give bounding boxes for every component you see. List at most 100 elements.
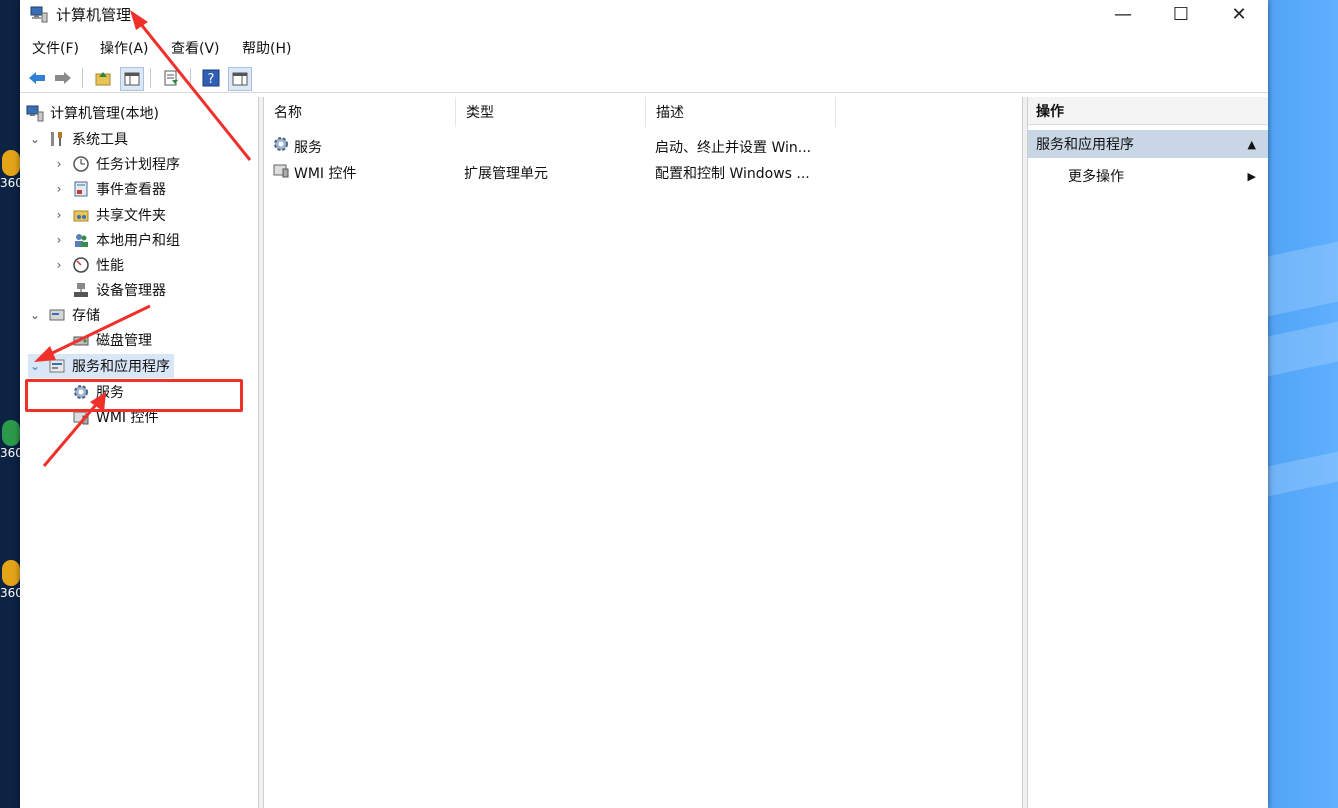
menu-bar: 文件(F) 操作(A) 查看(V) 帮助(H) <box>20 34 1268 60</box>
collapse-chevron-icon[interactable]: › <box>52 157 66 171</box>
tree-item-services-apps[interactable]: ⌄ 服务和应用程序 <box>28 354 174 378</box>
forward-button[interactable] <box>52 67 74 89</box>
result-list: 名称 类型 描述 服务 启动、终止并设置 Win... WMI 控件 扩展管理单… <box>264 97 1023 808</box>
minimize-icon: — <box>1114 3 1132 25</box>
tree-label: 服务和应用程序 <box>72 359 170 375</box>
list-item[interactable]: WMI 控件 扩展管理单元 配置和控制 Windows ... <box>264 159 1022 185</box>
collapse-chevron-icon[interactable]: › <box>52 208 66 222</box>
expand-chevron-icon[interactable]: ⌄ <box>28 359 42 373</box>
tree-label: 设备管理器 <box>96 283 166 299</box>
up-folder-icon <box>95 72 111 86</box>
tree-item-device-manager[interactable]: 设备管理器 <box>72 278 166 302</box>
close-icon: ✕ <box>1231 3 1247 25</box>
list-item-name: 服务 <box>294 140 322 156</box>
computer-management-icon <box>26 104 44 122</box>
list-item-description: 配置和控制 Windows ... <box>655 166 810 182</box>
title-bar[interactable]: 计算机管理 — ☐ ✕ <box>20 0 1268 30</box>
list-item-type: 扩展管理单元 <box>464 166 548 182</box>
tree-item-disk-management[interactable]: 磁盘管理 <box>72 328 152 352</box>
column-header-name[interactable]: 名称 <box>264 97 456 127</box>
tree-item-local-users[interactable]: › 本地用户和组 <box>52 228 180 252</box>
toolbar-separator <box>190 68 191 88</box>
tree-item-performance[interactable]: › 性能 <box>52 253 124 277</box>
action-pane: 操作 服务和应用程序 ▲ 更多操作 ▶ <box>1028 97 1268 808</box>
action-pane-header: 操作 <box>1028 97 1268 125</box>
help-button[interactable]: ? <box>200 67 222 89</box>
tree-item-task-scheduler[interactable]: › 任务计划程序 <box>52 152 180 176</box>
back-button[interactable] <box>26 67 48 89</box>
tree-label: 本地用户和组 <box>96 233 180 249</box>
minimize-button[interactable]: — <box>1094 0 1152 28</box>
list-item-name: WMI 控件 <box>294 166 357 182</box>
list-item-description: 启动、终止并设置 Win... <box>655 140 812 156</box>
show-hide-tree-icon <box>124 72 140 86</box>
back-arrow-icon <box>29 72 45 84</box>
show-hide-action-pane-button[interactable] <box>228 67 252 91</box>
performance-gauge-icon <box>72 256 90 274</box>
desktop-icon[interactable]: 360 <box>0 150 23 190</box>
collapse-chevron-icon[interactable]: › <box>52 182 66 196</box>
action-pane-title: 操作 <box>1036 103 1064 120</box>
desktop-icon[interactable]: 360 <box>0 420 23 460</box>
help-icon: ? <box>202 69 220 87</box>
window-title: 计算机管理 <box>56 6 132 24</box>
menu-help[interactable]: 帮助(H) <box>242 38 291 58</box>
device-manager-icon <box>72 281 90 299</box>
toolbar-separator <box>150 68 151 88</box>
export-list-button[interactable] <box>160 67 182 89</box>
column-label: 类型 <box>466 105 494 121</box>
tree-label: 任务计划程序 <box>96 157 180 173</box>
tree-label: 存储 <box>72 308 100 324</box>
column-header-type[interactable]: 类型 <box>456 97 646 127</box>
light-beam <box>1258 241 1338 319</box>
tree-label: 性能 <box>96 258 124 274</box>
tree-item-shared-folders[interactable]: › 共享文件夹 <box>52 203 166 227</box>
export-list-icon <box>164 70 178 86</box>
tree-item-root[interactable]: 计算机管理(本地) <box>26 101 159 125</box>
event-viewer-icon <box>72 180 90 198</box>
console-tree: 计算机管理(本地) ⌄ 系统工具 › 任务计划程序 › 事件查看器 › 共享文件… <box>20 97 259 808</box>
wmi-control-icon <box>272 161 290 183</box>
column-label: 名称 <box>274 105 302 121</box>
menu-file[interactable]: 文件(F) <box>32 38 79 58</box>
menu-action[interactable]: 操作(A) <box>100 38 149 58</box>
desktop-icon-strip <box>0 0 22 808</box>
expand-chevron-icon[interactable]: ⌄ <box>28 308 42 322</box>
services-apps-icon <box>48 357 66 375</box>
action-section-services-apps[interactable]: 服务和应用程序 ▲ <box>1028 130 1268 158</box>
tree-item-system-tools[interactable]: ⌄ 系统工具 <box>28 127 128 151</box>
tree-item-storage[interactable]: ⌄ 存储 <box>28 303 100 327</box>
more-actions-item[interactable]: 更多操作 ▶ <box>1028 163 1268 189</box>
maximize-button[interactable]: ☐ <box>1152 0 1210 28</box>
tree-label: 系统工具 <box>72 132 128 148</box>
up-level-button[interactable] <box>92 67 114 89</box>
collapse-chevron-icon[interactable]: › <box>52 233 66 247</box>
tree-item-event-viewer[interactable]: › 事件查看器 <box>52 177 166 201</box>
gear-icon <box>272 135 290 157</box>
show-hide-tree-button[interactable] <box>120 67 144 91</box>
action-section-label: 服务和应用程序 <box>1036 137 1134 153</box>
column-label: 描述 <box>656 105 684 121</box>
desktop-icon[interactable]: 360 <box>0 560 23 600</box>
close-button[interactable]: ✕ <box>1210 0 1268 28</box>
collapse-chevron-icon[interactable]: › <box>52 258 66 272</box>
menu-view[interactable]: 查看(V) <box>171 38 220 58</box>
list-item[interactable]: 服务 启动、终止并设置 Win... <box>264 133 1022 159</box>
collapse-triangle-icon[interactable]: ▲ <box>1248 138 1256 151</box>
light-beam <box>1258 321 1338 379</box>
maximize-icon: ☐ <box>1172 3 1190 25</box>
toolbar: ? <box>20 62 1268 93</box>
computer-management-icon <box>30 6 48 23</box>
disk-icon <box>72 331 90 349</box>
show-hide-action-pane-icon <box>232 72 248 86</box>
column-header-description[interactable]: 描述 <box>646 97 836 127</box>
services-highlight-box <box>25 379 243 412</box>
forward-arrow-icon <box>55 72 71 84</box>
users-icon <box>72 231 90 249</box>
tree-label: 事件查看器 <box>96 182 166 198</box>
computer-management-window: 计算机管理 — ☐ ✕ 文件(F) 操作(A) 查看(V) 帮助(H) ? 计算… <box>20 0 1268 808</box>
svg-text:?: ? <box>208 72 215 87</box>
clock-icon <box>72 155 90 173</box>
tools-icon <box>48 130 66 148</box>
expand-chevron-icon[interactable]: ⌄ <box>28 132 42 146</box>
